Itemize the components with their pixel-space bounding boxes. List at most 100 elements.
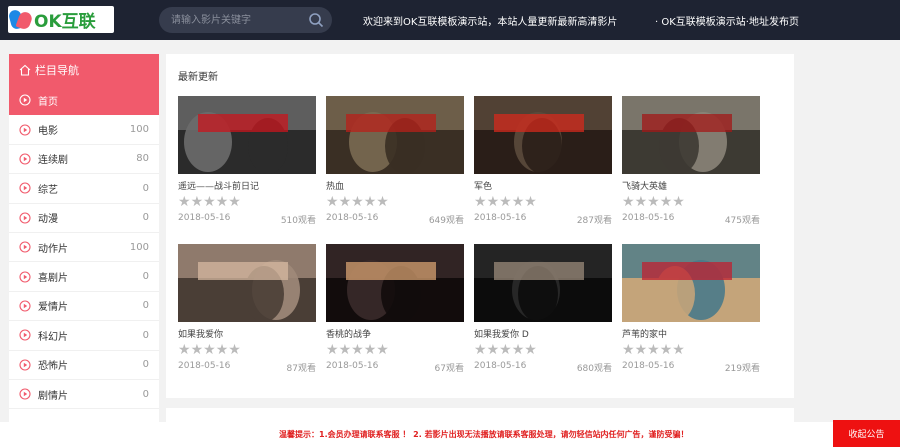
play-circle-icon — [19, 94, 31, 106]
movie-title[interactable]: 飞骑大英雄 — [622, 179, 760, 192]
movie-date: 2018-05-16 — [178, 361, 231, 371]
close-announcement-button[interactable]: 收起公告 — [833, 420, 900, 447]
play-circle-icon — [19, 388, 31, 400]
movie-poster[interactable] — [474, 244, 612, 322]
sidebar-item-label: 首页 — [38, 96, 58, 108]
movie-card[interactable]: 如果我爱你 ★ ★ ★ ★ ★ 2018-05-16 87观看 — [178, 244, 316, 374]
sidebar-item[interactable]: 爱情片 0 — [9, 292, 159, 322]
movie-views: 67观看 — [434, 364, 464, 374]
section-title: 最新更新 — [178, 72, 218, 83]
movie-title[interactable]: 遥远——战斗前日记 — [178, 179, 316, 192]
sidebar-item[interactable]: 动作片 100 — [9, 233, 159, 263]
star-icon: ★ — [486, 342, 500, 358]
star-icon: ★ — [524, 194, 537, 210]
movie-date: 2018-05-16 — [178, 213, 231, 223]
rating-stars: ★ ★ ★ ★ ★ — [178, 194, 316, 210]
movie-date: 2018-05-16 — [474, 213, 527, 223]
play-circle-icon — [19, 153, 31, 165]
movie-date: 2018-05-16 — [326, 361, 379, 371]
movie-card[interactable]: 飞骑大英雄 ★ ★ ★ ★ ★ 2018-05-16 475观看 — [622, 96, 760, 226]
play-circle-icon — [19, 359, 31, 371]
star-icon: ★ — [203, 194, 216, 210]
sidebar-item-count: 0 — [142, 212, 149, 224]
sidebar-item[interactable]: 恐怖片 0 — [9, 351, 159, 380]
play-circle-icon — [19, 300, 31, 312]
star-icon: ★ — [338, 342, 352, 358]
search-box — [159, 7, 332, 33]
movie-poster[interactable] — [326, 244, 464, 322]
search-icon[interactable] — [308, 12, 324, 28]
movie-title[interactable]: 芦苇的家中 — [622, 327, 760, 340]
rating-stars: ★ ★ ★ ★ ★ — [622, 194, 760, 210]
sidebar-title-label: 栏目导航 — [35, 64, 79, 77]
header-notice-link[interactable]: · OK互联模板演示站·地址发布页 — [655, 13, 799, 28]
movie-card[interactable]: 如果我爱你 D ★ ★ ★ ★ ★ 2018-05-16 680观看 — [474, 244, 612, 374]
star-icon: ★ — [499, 342, 512, 358]
movie-poster[interactable] — [326, 96, 464, 174]
header-notice[interactable]: 欢迎来到OK互联模板演示站，本站人量更新最新高清影片 — [363, 13, 617, 28]
sidebar-item[interactable]: 电影 100 — [9, 115, 159, 145]
star-icon: ★ — [376, 342, 389, 358]
search-input[interactable] — [171, 13, 301, 27]
movie-poster[interactable] — [622, 96, 760, 174]
sidebar-item-count: 80 — [136, 153, 149, 165]
star-icon: ★ — [634, 194, 648, 210]
movie-title[interactable]: 热血 — [326, 179, 464, 192]
star-icon: ★ — [326, 342, 339, 358]
rating-stars: ★ ★ ★ ★ ★ — [326, 342, 464, 358]
star-icon: ★ — [351, 342, 364, 358]
sidebar-item[interactable]: 连续剧 80 — [9, 145, 159, 175]
movie-title[interactable]: 香桃的战争 — [326, 327, 464, 340]
movie-title[interactable]: 军色 — [474, 179, 612, 192]
sidebar-item[interactable]: 综艺 0 — [9, 174, 159, 204]
sidebar-item[interactable]: 首页 — [9, 86, 159, 116]
star-icon: ★ — [228, 342, 241, 358]
sidebar-item-label: 动漫 — [38, 214, 58, 226]
sidebar-item[interactable]: 动漫 0 — [9, 204, 159, 233]
play-circle-icon — [19, 212, 31, 224]
movie-card[interactable]: 军色 ★ ★ ★ ★ ★ 2018-05-16 287观看 — [474, 96, 612, 226]
movie-title[interactable]: 如果我爱你 — [178, 327, 316, 340]
sidebar-item-count: 100 — [129, 241, 149, 253]
star-icon: ★ — [647, 342, 660, 358]
sidebar-item-label: 科幻片 — [38, 331, 68, 343]
rating-stars: ★ ★ ★ ★ ★ — [622, 342, 760, 358]
star-icon: ★ — [215, 194, 229, 210]
movie-views: 680观看 — [576, 364, 612, 374]
sidebar-item-label: 综艺 — [38, 184, 58, 196]
star-icon: ★ — [190, 342, 204, 358]
sidebar-item[interactable]: 剧情片 0 — [9, 380, 159, 410]
movie-card[interactable]: 热血 ★ ★ ★ ★ ★ 2018-05-16 649观看 — [326, 96, 464, 226]
sidebar-item[interactable]: 科幻片 0 — [9, 321, 159, 351]
star-icon: ★ — [363, 194, 377, 210]
movie-poster[interactable] — [178, 244, 316, 322]
movie-views: 475观看 — [724, 216, 760, 226]
sidebar-item-count: 100 — [129, 124, 149, 136]
star-icon: ★ — [659, 342, 673, 358]
movie-title[interactable]: 如果我爱你 D — [474, 327, 612, 340]
movie-views: 649观看 — [428, 216, 464, 226]
sidebar-item[interactable]: 喜剧片 0 — [9, 262, 159, 292]
play-circle-icon — [19, 241, 31, 253]
movie-poster[interactable] — [474, 96, 612, 174]
star-icon: ★ — [511, 194, 525, 210]
movie-poster[interactable] — [178, 96, 316, 174]
play-circle-icon — [19, 182, 31, 194]
star-icon: ★ — [228, 194, 241, 210]
rating-stars: ★ ★ ★ ★ ★ — [474, 342, 612, 358]
logo-text: OK互联 — [34, 12, 96, 32]
site-logo[interactable]: OK互联 — [7, 6, 114, 33]
movie-poster[interactable] — [622, 244, 760, 322]
sidebar-item-count: 0 — [142, 329, 149, 341]
sidebar-item-label: 动作片 — [38, 243, 68, 255]
movie-date: 2018-05-16 — [474, 361, 527, 371]
star-icon: ★ — [363, 342, 377, 358]
star-icon: ★ — [178, 342, 191, 358]
movie-card[interactable]: 芦苇的家中 ★ ★ ★ ★ ★ 2018-05-16 219观看 — [622, 244, 760, 374]
play-circle-icon — [19, 329, 31, 341]
sidebar-item-label: 剧情片 — [38, 390, 68, 402]
movie-card[interactable]: 香桃的战争 ★ ★ ★ ★ ★ 2018-05-16 67观看 — [326, 244, 464, 374]
sidebar-item-label: 爱情片 — [38, 302, 68, 314]
sidebar-item-count: 0 — [142, 388, 149, 400]
movie-card[interactable]: 遥远——战斗前日记 ★ ★ ★ ★ ★ 2018-05-16 510观看 — [178, 96, 316, 226]
